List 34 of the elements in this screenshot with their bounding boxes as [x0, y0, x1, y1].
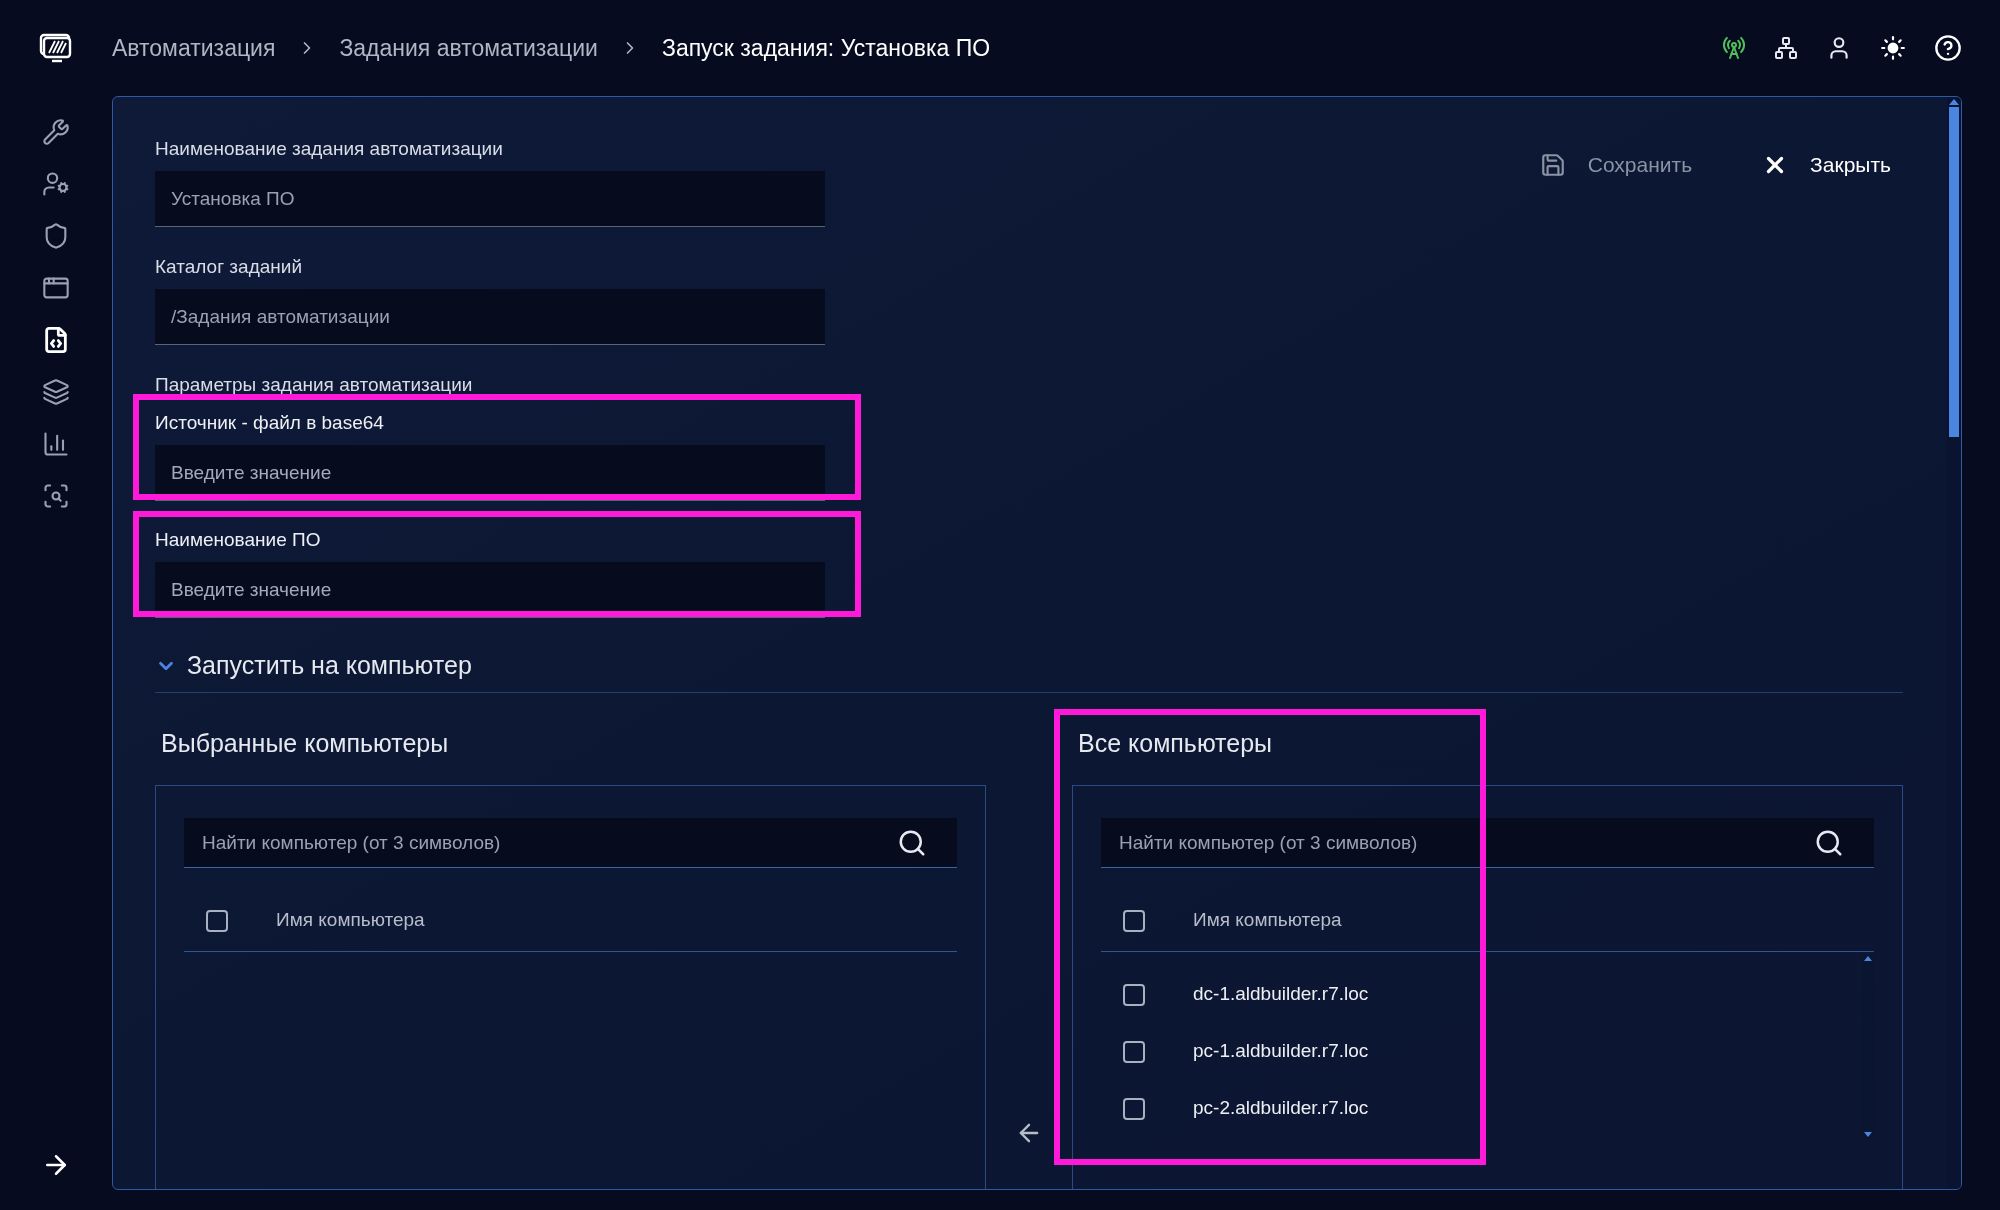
- computer-name: dc-1.aldbuilder.r7.loc: [1193, 982, 1369, 1007]
- section-header[interactable]: Запустить на компьютер: [155, 639, 1903, 693]
- network-icon[interactable]: [1774, 36, 1798, 60]
- field-label: Источник - файл в base64: [155, 411, 385, 435]
- field-label: Наименование задания автоматизации: [155, 137, 504, 161]
- search-icon[interactable]: [897, 828, 927, 858]
- column-header: Имя компьютера: [276, 908, 425, 933]
- column-header: Имя компьютера: [1193, 908, 1342, 933]
- logo-icon: [39, 33, 73, 63]
- select-all-checkbox[interactable]: [206, 909, 228, 932]
- scrollbar[interactable]: [1947, 97, 1961, 1189]
- search-field[interactable]: Найти компьютер (от 3 символов): [1101, 818, 1874, 868]
- computer-name: pc-1.aldbuilder.r7.loc: [1193, 1039, 1369, 1064]
- sun-icon[interactable]: [1880, 35, 1906, 61]
- row-checkbox[interactable]: [1123, 983, 1145, 1006]
- close-button[interactable]: Закрыть: [1762, 149, 1891, 181]
- field-label: Наименование ПО: [155, 528, 322, 552]
- select-all-checkbox[interactable]: [1123, 909, 1145, 932]
- antenna-icon[interactable]: [1722, 36, 1746, 60]
- search-icon[interactable]: [1814, 828, 1844, 858]
- breadcrumb-link[interactable]: Задания автоматизации: [339, 30, 598, 66]
- text-field[interactable]: Введите значение: [155, 562, 825, 618]
- text-field[interactable]: Введите значение: [155, 445, 825, 501]
- row-checkbox[interactable]: [1123, 1040, 1145, 1063]
- search-field[interactable]: Найти компьютер (от 3 символов): [184, 818, 957, 868]
- computer-name: pc-2.aldbuilder.r7.loc: [1193, 1096, 1369, 1121]
- row-checkbox[interactable]: [1123, 1097, 1145, 1120]
- field-label: Каталог заданий: [155, 255, 303, 279]
- breadcrumb-link[interactable]: Автоматизация: [112, 30, 276, 66]
- panel-title: Все компьютеры: [1077, 728, 1274, 760]
- section-label: Параметры задания автоматизации: [155, 373, 474, 397]
- help-icon[interactable]: [1934, 34, 1962, 62]
- breadcrumb-link[interactable]: Запуск задания: Установка ПО: [662, 30, 991, 66]
- panel-title: Выбранные компьютеры: [160, 728, 450, 760]
